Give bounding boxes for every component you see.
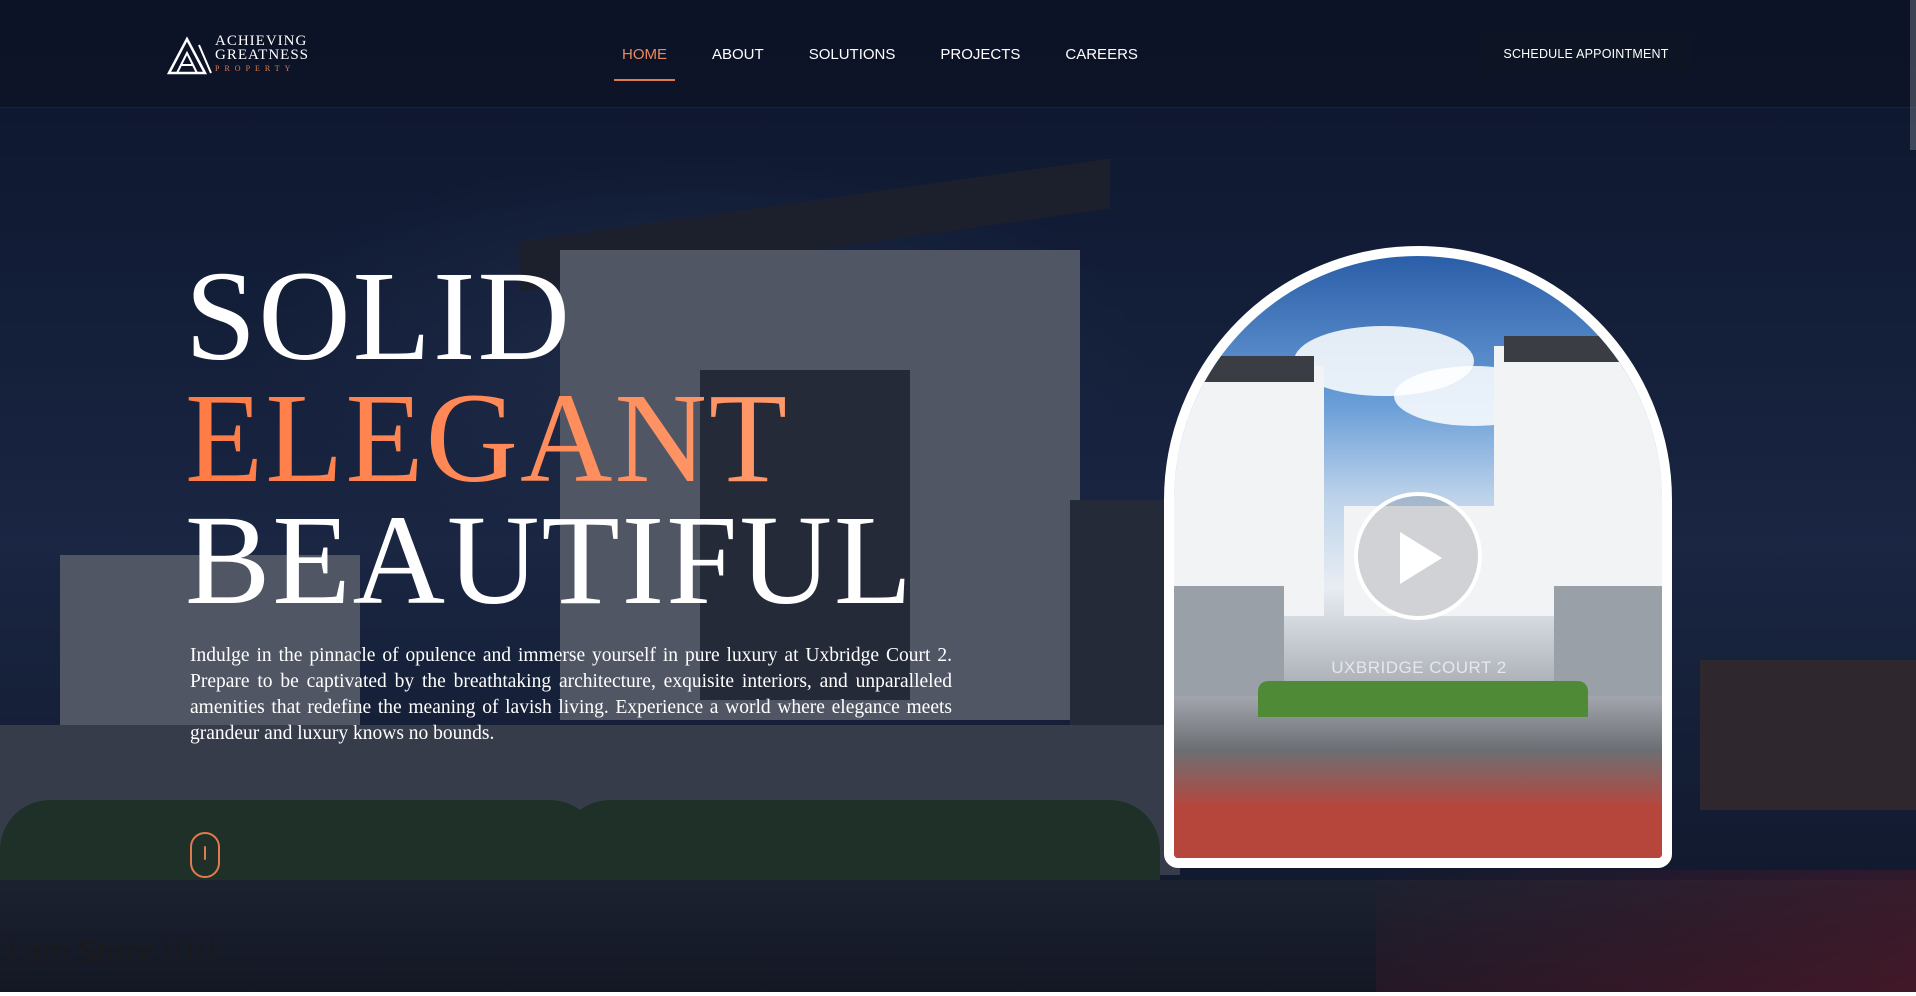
hero-description: Indulge in the pinnacle of opulence and … — [190, 645, 952, 744]
nav-home[interactable]: HOME — [612, 44, 677, 81]
gate-left — [1174, 586, 1284, 696]
estate-sign: UXBRIDGE COURT 2 — [1331, 658, 1507, 677]
headline-solid: SOLID — [185, 245, 572, 387]
site-header: ACHIEVING GREATNESS PROPERTY HOME ABOUT … — [0, 0, 1916, 108]
gate-right — [1554, 586, 1662, 696]
error-note: I am Sorry !!!!! — [8, 935, 218, 968]
hero-headline: SOLID ELEGANT BEAUTIFUL — [185, 245, 915, 631]
headline-beautiful: BEAUTIFUL — [185, 489, 915, 631]
logo[interactable]: ACHIEVING GREATNESS PROPERTY — [165, 34, 309, 76]
page-scrollbar[interactable] — [1910, 0, 1916, 150]
schedule-appointment-button[interactable]: SCHEDULE APPOINTMENT — [1480, 33, 1692, 75]
nav-projects[interactable]: PROJECTS — [930, 44, 1030, 81]
headline-elegant: ELEGANT — [185, 374, 914, 502]
scroll-down-icon[interactable] — [190, 832, 220, 878]
play-icon[interactable] — [1354, 492, 1482, 620]
hero-section: ACHIEVING GREATNESS PROPERTY HOME ABOUT … — [0, 0, 1916, 992]
villa-right — [1494, 346, 1662, 616]
planter — [1258, 681, 1588, 717]
villa-left-roof — [1174, 356, 1314, 382]
main-nav: HOME ABOUT SOLUTIONS PROJECTS CAREERS — [612, 44, 1173, 81]
nav-careers[interactable]: CAREERS — [1055, 44, 1148, 81]
logo-mark-icon — [165, 35, 213, 75]
nav-solutions[interactable]: SOLUTIONS — [799, 44, 906, 81]
nav-about[interactable]: ABOUT — [702, 44, 774, 81]
logo-line-1: ACHIEVING — [215, 33, 308, 49]
villa-left — [1174, 366, 1324, 616]
logo-text: ACHIEVING GREATNESS PROPERTY — [215, 34, 309, 76]
logo-line-2: GREATNESS — [215, 47, 310, 63]
villa-right-roof — [1504, 336, 1662, 362]
logo-line-3: PROPERTY — [215, 64, 296, 73]
brick-driveway — [1174, 804, 1662, 858]
